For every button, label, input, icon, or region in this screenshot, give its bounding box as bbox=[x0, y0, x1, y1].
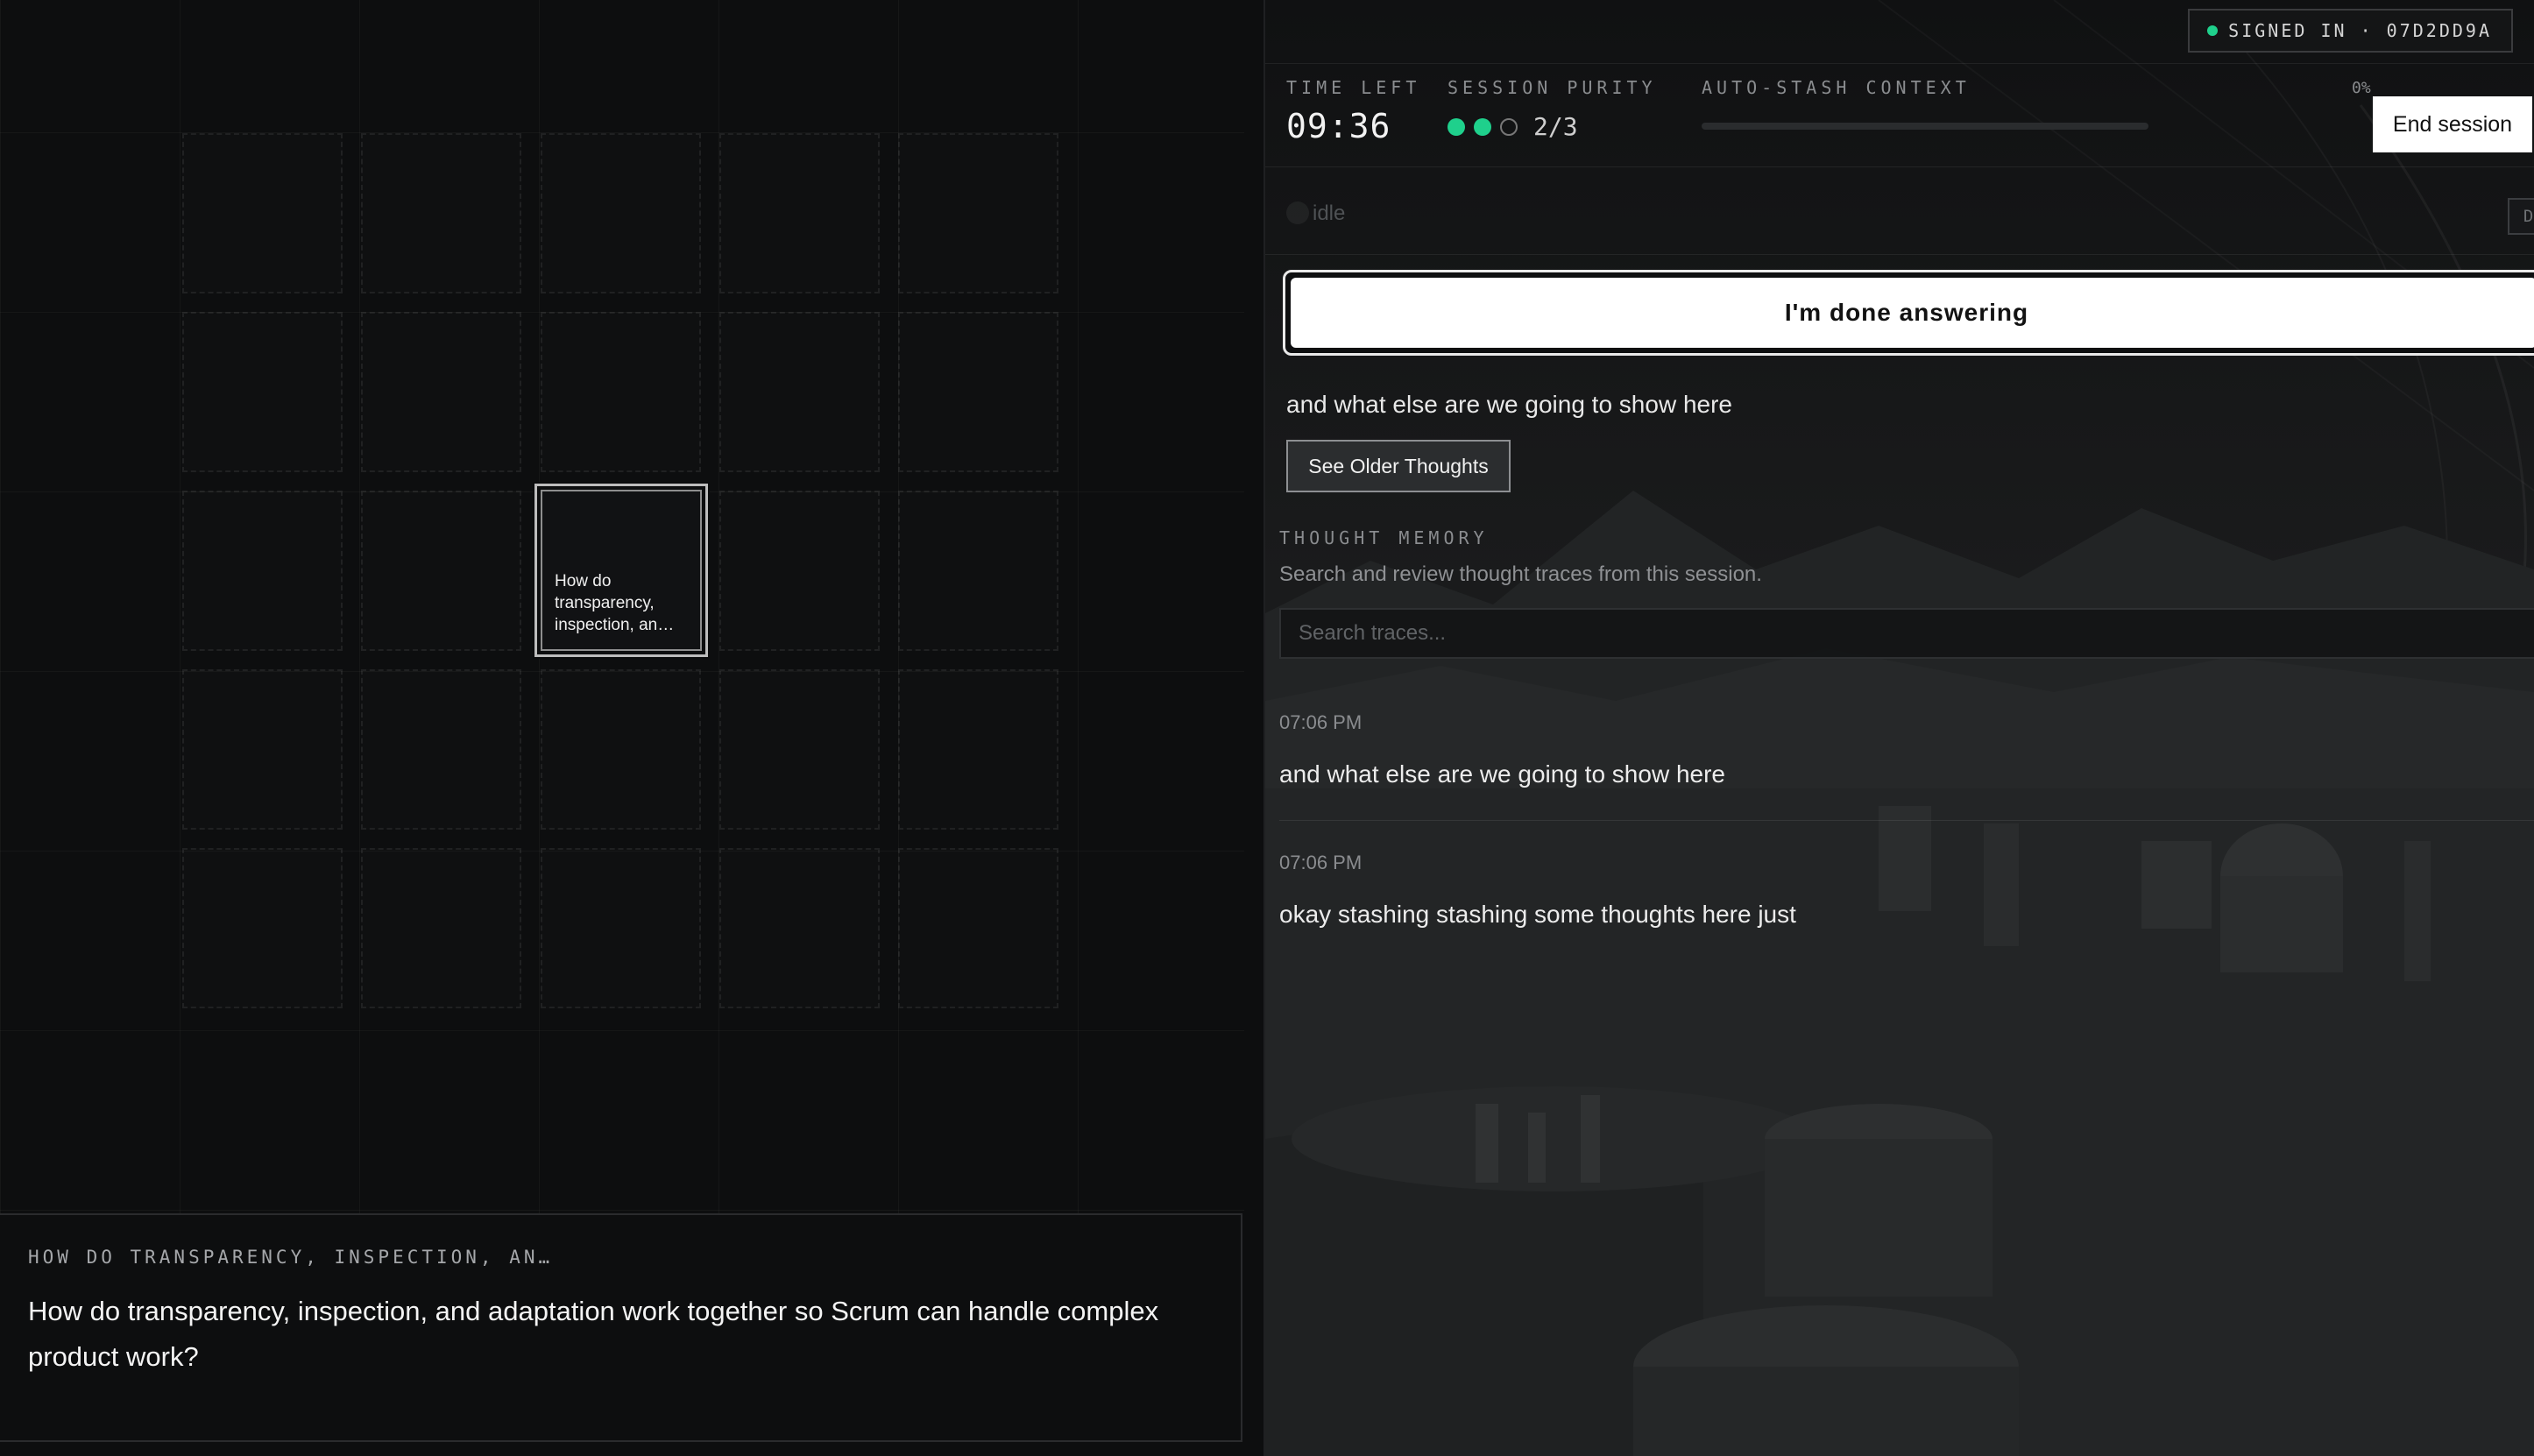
thought-memory-heading: THOUGHT MEMORY bbox=[1279, 527, 1489, 548]
end-session-button[interactable]: End session bbox=[2373, 96, 2532, 152]
online-status-dot-icon bbox=[2207, 25, 2219, 36]
time-left-label: TIME LEFT bbox=[1286, 77, 1421, 98]
purity-dot-filled-icon bbox=[1474, 117, 1491, 136]
session-pane: SIGNED IN · 07D2DD9A TIME LEFT 09:36 SES… bbox=[1265, 0, 2534, 1456]
grid-cell[interactable] bbox=[719, 312, 880, 472]
trace-text: and what else are we going to show here bbox=[1279, 760, 1725, 788]
grid-cell[interactable] bbox=[182, 133, 343, 293]
signed-in-text: SIGNED IN · 07D2DD9A bbox=[2228, 20, 2492, 41]
grid-cell[interactable] bbox=[898, 312, 1058, 472]
thought-input-row[interactable]: idle bbox=[1286, 191, 2495, 237]
grid-cell[interactable] bbox=[898, 848, 1058, 1008]
grid-cell[interactable] bbox=[541, 848, 701, 1008]
grid-cell[interactable] bbox=[361, 133, 521, 293]
grid-card-active[interactable]: How do transparency, inspection, an… bbox=[533, 482, 710, 659]
divider-line bbox=[1265, 63, 2534, 64]
grid-cell[interactable] bbox=[898, 133, 1058, 293]
grid-cell[interactable] bbox=[541, 312, 701, 472]
grid-cell[interactable] bbox=[182, 312, 343, 472]
grid-cell[interactable] bbox=[719, 669, 880, 830]
question-text: How do transparency, inspection, and ada… bbox=[28, 1296, 1159, 1372]
grid-cell[interactable] bbox=[361, 312, 521, 472]
session-purity-value: 2/3 bbox=[1533, 112, 1578, 141]
grid-cell[interactable] bbox=[719, 848, 880, 1008]
session-stats-bar: TIME LEFT 09:36 SESSION PURITY 2/3 AUTO-… bbox=[1286, 74, 2513, 161]
grid-cell[interactable] bbox=[541, 669, 701, 830]
time-left-value: 09:36 bbox=[1286, 107, 1391, 145]
auto-stash-context-label: AUTO-STASH CONTEXT bbox=[1702, 77, 1971, 98]
grid-cell[interactable] bbox=[361, 491, 521, 651]
trace-item[interactable]: 07:06 PM and what else are we going to s… bbox=[1279, 711, 2523, 788]
grid-card-text: How do transparency, inspection, an… bbox=[555, 572, 675, 634]
search-traces-input[interactable] bbox=[1279, 608, 2534, 659]
divider-line bbox=[1265, 254, 2534, 255]
grid-cell[interactable] bbox=[898, 669, 1058, 830]
purity-dot-filled-icon bbox=[1447, 117, 1465, 136]
grid-cell[interactable] bbox=[719, 133, 880, 293]
trace-text: okay stashing stashing some thoughts her… bbox=[1279, 901, 1796, 928]
grid-cell[interactable] bbox=[541, 133, 701, 293]
current-thought-text: and what else are we going to show here bbox=[1286, 391, 1732, 418]
question-panel: HOW DO TRANSPARENCY, INSPECTION, AN… How… bbox=[0, 1213, 1242, 1442]
trace-item[interactable]: 07:06 PM okay stashing stashing some tho… bbox=[1279, 852, 2523, 929]
auto-stash-progress-bar bbox=[1702, 123, 2148, 130]
see-older-thoughts-button[interactable]: See Older Thoughts bbox=[1286, 440, 1511, 492]
question-short-label: HOW DO TRANSPARENCY, INSPECTION, AN… bbox=[28, 1247, 554, 1268]
done-answering-button[interactable]: I'm done answering bbox=[1291, 278, 2534, 348]
grid-cell[interactable] bbox=[719, 491, 880, 651]
input-status-text: idle bbox=[1313, 201, 1346, 225]
grid-cell[interactable] bbox=[182, 848, 343, 1008]
session-purity-indicator: 2/3 bbox=[1447, 112, 1578, 141]
trace-time: 07:06 PM bbox=[1279, 852, 1363, 873]
app-root: How do transparency, inspection, an… HOW… bbox=[0, 0, 2534, 1456]
session-purity-label: SESSION PURITY bbox=[1447, 77, 1657, 98]
delete-button[interactable]: Del bbox=[2508, 198, 2534, 235]
divider-line bbox=[1265, 166, 2534, 167]
trace-divider bbox=[1279, 820, 2534, 821]
thought-memory-subtitle: Search and review thought traces from th… bbox=[1279, 562, 1762, 586]
grid-cell[interactable] bbox=[182, 669, 343, 830]
purity-dot-empty-icon bbox=[1500, 117, 1518, 136]
mic-status-icon bbox=[1286, 201, 1309, 224]
question-grid-pane: How do transparency, inspection, an… HOW… bbox=[0, 0, 1263, 1456]
grid-cell[interactable] bbox=[898, 491, 1058, 651]
grid-cell[interactable] bbox=[361, 669, 521, 830]
auto-stash-percent: 0% bbox=[2352, 79, 2371, 97]
signed-in-badge: SIGNED IN · 07D2DD9A bbox=[2188, 9, 2513, 53]
done-answering-focus-ring: I'm done answering bbox=[1283, 270, 2534, 356]
trace-time: 07:06 PM bbox=[1279, 711, 1363, 733]
grid-cell[interactable] bbox=[361, 848, 521, 1008]
grid-cell[interactable] bbox=[182, 491, 343, 651]
